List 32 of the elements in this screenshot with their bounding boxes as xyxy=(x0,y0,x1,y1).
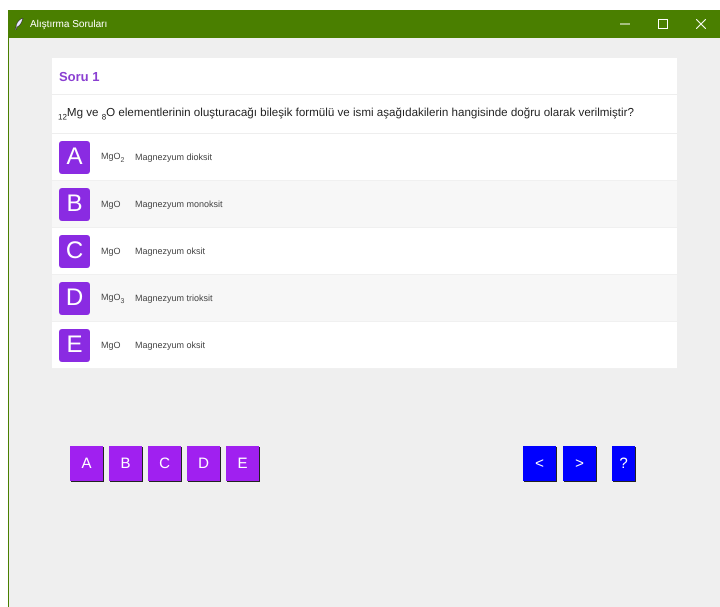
formula: MgO$_{3}$ xyxy=(101,292,126,304)
option-letter: A xyxy=(59,140,90,174)
compound-name: Magnezyum trioksit xyxy=(135,293,213,303)
question-text: $_{12}$Mg ve $_{8}$O elementlerinin oluşturacağı bileşik formülü ve ismi aşağıdakilerin hangisinde doğru olarak verilmiştir? xyxy=(58,106,634,122)
option-letter: D xyxy=(59,282,90,314)
close-icon xyxy=(696,19,706,29)
question-number: Soru 1 xyxy=(59,68,100,84)
answer-button[interactable]: E xyxy=(226,446,259,481)
window-title: Alıştırma Soruları xyxy=(30,18,108,30)
option-letter: C xyxy=(59,234,90,268)
answer-option[interactable]: D MgO$_{3}$ Magnezyum trioksit xyxy=(52,275,677,322)
answer-option[interactable]: E MgO Magnezyum oksit xyxy=(52,322,677,369)
maximize-icon xyxy=(658,19,668,29)
option-letter: B xyxy=(59,188,90,220)
compound-name: Magnezyum oksit xyxy=(135,340,206,350)
help-button[interactable]: ? xyxy=(612,446,635,481)
formula: MgO xyxy=(101,246,122,256)
answer-button[interactable]: C xyxy=(148,446,181,481)
answer-button[interactable]: D xyxy=(187,446,220,481)
option-letter: E xyxy=(59,328,90,362)
feather-icon xyxy=(14,18,24,30)
answer-option[interactable]: B MgO Magnezyum monoksit xyxy=(52,181,677,228)
previous-button[interactable]: < xyxy=(523,446,556,481)
compound-name: Magnezyum oksit xyxy=(135,246,206,256)
formula: MgO xyxy=(101,199,122,209)
answer-button[interactable]: B xyxy=(109,446,142,481)
next-button[interactable]: > xyxy=(563,446,596,481)
compound-name: Magnezyum monoksit xyxy=(135,199,223,209)
compound-name: Magnezyum dioksit xyxy=(135,152,212,162)
formula: MgO xyxy=(101,340,122,350)
answer-button[interactable]: A xyxy=(70,446,103,481)
formula: MgO$_{2}$ xyxy=(101,150,126,164)
